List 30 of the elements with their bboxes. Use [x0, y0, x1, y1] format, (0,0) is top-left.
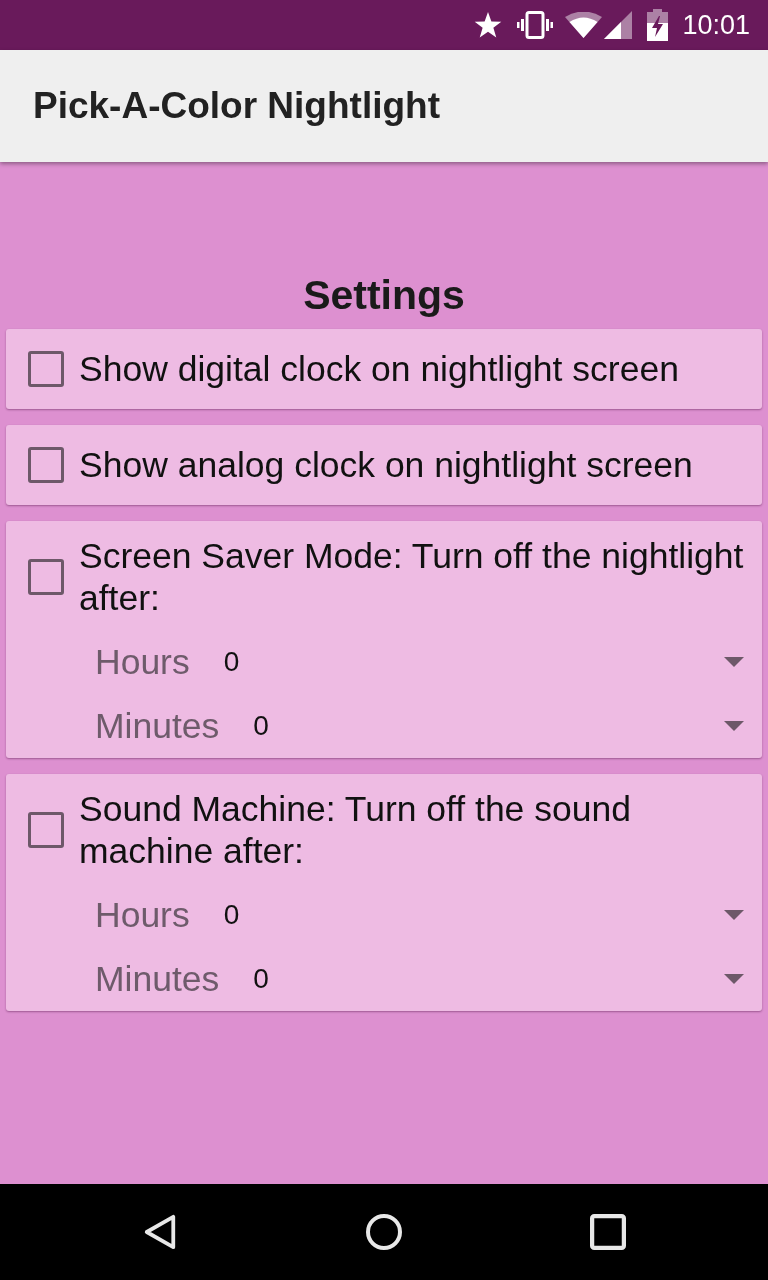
caret-icon: [724, 721, 744, 731]
number-dropdown[interactable]: 0: [223, 638, 762, 686]
star-icon: [474, 11, 503, 39]
setting-label: Screen Saver Mode: Turn off the nightlight after:: [79, 535, 745, 619]
checkbox[interactable]: [28, 812, 64, 848]
field-label: Minutes: [95, 705, 220, 747]
recents-icon[interactable]: [590, 1214, 626, 1250]
number-dropdown[interactable]: 0: [253, 955, 762, 1003]
back-icon[interactable]: [142, 1214, 178, 1250]
caret-icon: [724, 910, 744, 920]
field-label: Minutes: [95, 958, 220, 1000]
caret-icon: [724, 657, 744, 667]
home-icon[interactable]: [366, 1214, 402, 1250]
status-time: 10:01: [682, 9, 750, 41]
checkbox[interactable]: [28, 351, 64, 387]
battery-charging-icon: [647, 9, 669, 41]
checkbox[interactable]: [28, 447, 64, 483]
setting-label: Sound Machine: Turn off the sound machine after:: [79, 788, 632, 872]
checkbox[interactable]: [28, 559, 64, 595]
app-title: Pick-A-Color Nightlight: [33, 85, 440, 127]
signal-icon: [604, 11, 633, 39]
number-dropdown[interactable]: 0: [253, 702, 762, 750]
field-label: Hours: [95, 894, 190, 936]
settings-heading: Settings: [302, 271, 466, 319]
vibrate-icon: [517, 11, 554, 39]
number-dropdown[interactable]: 0: [223, 891, 762, 939]
caret-icon: [724, 974, 744, 984]
setting-label: Show digital clock on nightlight screen: [79, 348, 679, 390]
setting-label: Show analog clock on nightlight screen: [79, 444, 693, 486]
field-label: Hours: [95, 641, 190, 683]
